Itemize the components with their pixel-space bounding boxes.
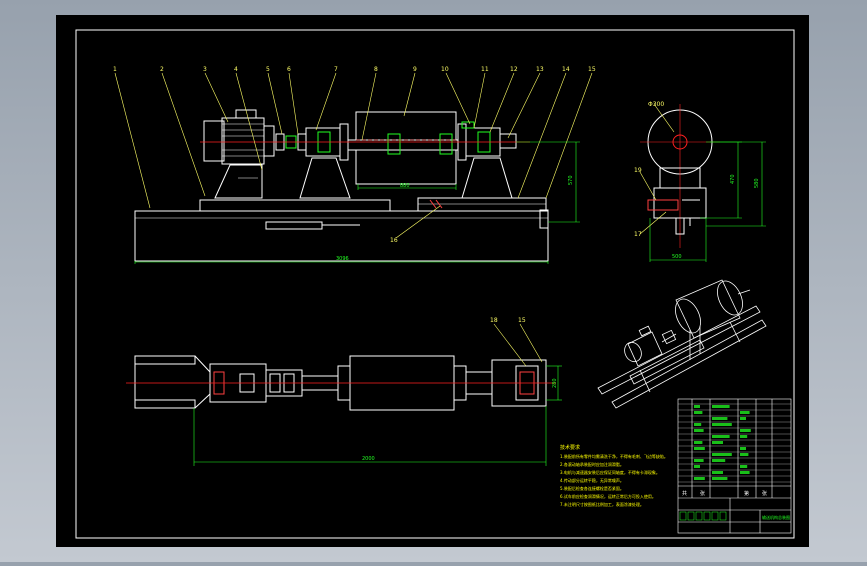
balloon-6[interactable]: 6 [287,66,291,73]
side-balloon-19[interactable]: 19 [634,167,642,174]
balloon-3[interactable]: 3 [203,66,207,73]
bom-cell-text [694,429,704,432]
bom-cell-text [694,447,705,450]
balloon-5[interactable]: 5 [266,66,270,73]
balloon-10[interactable]: 10 [441,66,449,73]
balloon-12[interactable]: 12 [510,66,518,73]
balloon-8[interactable]: 8 [374,66,378,73]
plan-balloon-18[interactable]: 18 [490,317,498,324]
balloon-9[interactable]: 9 [413,66,417,73]
bom-cell-text [694,411,703,414]
bom-cell-text [712,441,723,444]
bom-cell-text [740,447,746,450]
dim-side-height-b: 580 [754,178,760,188]
bom-cell-text [694,465,700,468]
dim-side-width: 500 [672,254,682,260]
bom-cell-text [740,465,748,468]
dim-overall-length: 3096 [336,256,349,262]
dim-plan-width: 280 [552,378,558,388]
balloon-15[interactable]: 15 [588,66,596,73]
drawing-canvas[interactable]: 1 2 3 4 5 6 7 8 9 10 11 12 13 14 15 16 3… [0,0,867,562]
balloon-11[interactable]: 11 [481,66,489,73]
drawing-title: 输送机构总装图 [762,514,790,520]
dim-plan-length: 2000 [362,456,375,462]
note-line-1: 1.装配前所有零件均需清洗干净，不得有毛刺、飞边等缺陷。 [560,453,668,459]
balloon-4[interactable]: 4 [234,66,238,73]
bom-cell-text [712,435,730,438]
cad-viewport[interactable]: 1 2 3 4 5 6 7 8 9 10 11 12 13 14 15 16 3… [0,0,867,562]
balloon-7[interactable]: 7 [334,66,338,73]
bom-cell-text [712,405,730,408]
bom-cell-text [740,435,748,438]
balloon-14[interactable]: 14 [562,66,570,73]
balloon-2[interactable]: 2 [160,66,164,73]
bom-cell-text [740,429,751,432]
balloon-1[interactable]: 1 [113,66,117,73]
bom-cell-text [712,423,732,426]
title-label-d: 张 [762,490,767,497]
bom-cell-text [740,471,750,474]
bom-cell-text [712,453,732,456]
dim-height-main: 570 [568,175,574,185]
bom-cell-text [694,405,700,408]
dim-drum-length: 880 [400,183,410,189]
side-balloon-17[interactable]: 17 [634,231,642,238]
balloon-16[interactable]: 16 [390,237,398,244]
bom-cell-text [712,477,728,480]
title-label-c: 第 [744,490,749,497]
side-dia-label[interactable]: Φ300 [648,101,664,108]
bom-cell-text [694,423,702,426]
note-line-6: 6.试车前应检查润滑情况，运转正常后方可投入使用。 [560,493,656,499]
note-line-7: 7.未注明尺寸按图纸比例加工，表面涂漆处理。 [560,501,644,507]
title-label-a: 共 [682,490,687,497]
note-line-4: 4.传动部分运转平稳，无异常噪声。 [560,477,624,483]
bom-cell-text [740,417,746,420]
title-label-b: 张 [700,490,705,497]
note-line-5: 5.装配后检查各连接螺栓是否紧固。 [560,485,624,491]
note-line-3: 3.电机与减速器安装后应保证同轴度，不得有卡滞现象。 [560,469,660,475]
bom-cell-text [712,417,728,420]
note-line-2: 2.各滚动轴承装配时应加注润滑脂。 [560,461,624,467]
notes-title: 技术要求 [560,444,580,451]
bom-cell-text [740,453,749,456]
bom-cell-text [740,411,750,414]
bom-cell-text [712,471,723,474]
bom-cell-text [712,459,726,462]
bom-cell-text [694,441,703,444]
plan-balloon-15[interactable]: 15 [518,317,526,324]
bom-cell-text [694,459,704,462]
balloon-13[interactable]: 13 [536,66,544,73]
bom-cell-text [694,477,705,480]
dim-side-height-a: 470 [730,174,736,184]
